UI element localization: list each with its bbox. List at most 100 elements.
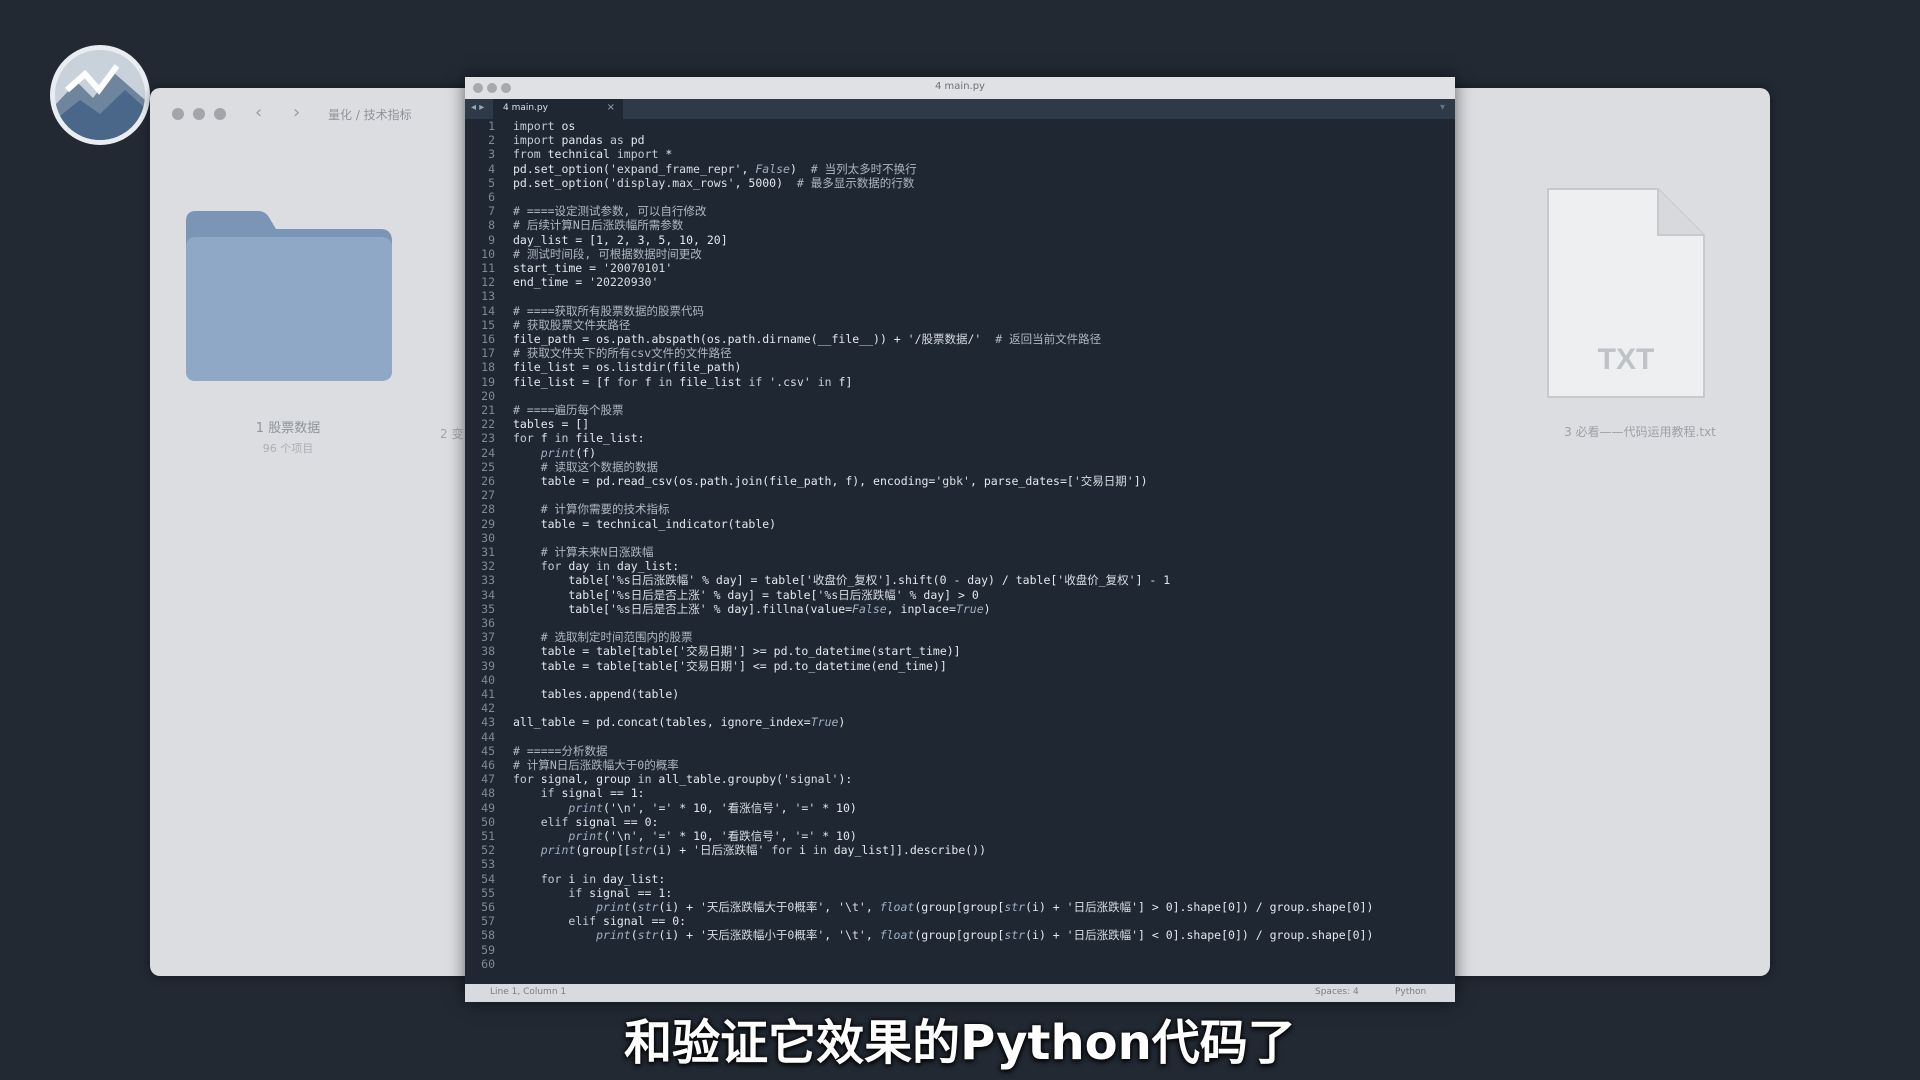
txt-document-icon: TXT <box>1547 188 1705 398</box>
line-number: 17 <box>481 346 495 361</box>
line-number: 14 <box>481 303 495 318</box>
line-number: 49 <box>481 800 495 815</box>
code-line[interactable]: elif signal == 0: <box>513 815 659 829</box>
line-number: 6 <box>488 190 495 204</box>
code-line[interactable]: if signal == 1: <box>513 886 672 900</box>
code-line[interactable]: # ====遍历每个股票 <box>513 403 624 417</box>
code-line[interactable]: start_time = '20070101' <box>513 261 672 275</box>
line-number: 33 <box>481 573 495 588</box>
code-line[interactable]: table['%s日后是否上涨' % day] = table['%s日后涨跌幅… <box>513 588 978 602</box>
code-line[interactable]: pd.set_option('display.max_rows', 5000) … <box>513 176 914 190</box>
code-line[interactable]: elif signal == 0: <box>513 914 686 928</box>
code-line[interactable]: # 后续计算N日后涨跌幅所需参数 <box>513 218 683 232</box>
code-line[interactable]: file_list = [f for f in file_list if '.c… <box>513 375 852 389</box>
line-number: 9 <box>488 232 495 247</box>
line-number: 28 <box>481 502 495 517</box>
code-line[interactable]: if signal == 1: <box>513 786 645 800</box>
line-number: 37 <box>481 630 495 645</box>
line-number: 15 <box>481 317 495 332</box>
code-line[interactable]: # 计算你需要的技术指标 <box>513 502 670 516</box>
forward-arrow-icon[interactable]: › <box>293 102 300 123</box>
code-line[interactable]: # 获取文件夹下的所有csv文件的文件路径 <box>513 346 732 360</box>
code-line[interactable]: for i in day_list: <box>513 872 666 886</box>
code-line[interactable]: file_path = os.path.abspath(os.path.dirn… <box>513 332 1101 346</box>
code-line[interactable]: from technical import * <box>513 147 672 161</box>
code-line[interactable]: tables.append(table) <box>513 687 679 701</box>
code-line[interactable]: print('\n', '=' * 10, '看涨信号', '=' * 10) <box>513 801 856 815</box>
line-number: 53 <box>481 857 495 872</box>
code-line[interactable]: # 计算未来N日涨跌幅 <box>513 545 654 559</box>
tab-label: 4 main.py <box>503 103 548 113</box>
line-number: 5 <box>488 175 495 190</box>
back-arrow-icon[interactable]: ‹ <box>255 102 262 123</box>
code-line[interactable]: end_time = '20220930' <box>513 275 658 289</box>
code-line[interactable]: table = technical_indicator(table) <box>513 517 776 531</box>
code-line[interactable]: print(str(i) + '天后涨跌幅大于0概率', '\t', float… <box>513 900 1373 914</box>
line-number: 44 <box>481 729 495 744</box>
line-number: 31 <box>481 545 495 559</box>
line-number: 45 <box>481 743 495 758</box>
code-line[interactable]: # 计算N日后涨跌幅大于0的概率 <box>513 758 679 772</box>
code-area[interactable]: 1 import os 2 import pandas as pd 3 from tech… <box>465 119 1455 1065</box>
line-number: 42 <box>481 701 495 716</box>
line-number: 41 <box>481 687 495 701</box>
code-line[interactable]: print('\n', '=' * 10, '看跌信号', '=' * 10) <box>513 829 856 843</box>
code-line[interactable]: for signal, group in all_table.groupby('… <box>513 772 852 786</box>
line-number: 60 <box>481 956 495 971</box>
status-syntax[interactable]: Python <box>1395 987 1426 997</box>
code-line[interactable]: file_list = os.listdir(file_path) <box>513 360 741 374</box>
mountain-logo-icon <box>55 50 145 140</box>
line-number: 21 <box>481 403 495 417</box>
line-number: 7 <box>488 204 495 219</box>
finder-path: 量化 / 技术指标 <box>328 108 412 122</box>
line-number: 32 <box>481 559 495 574</box>
code-line[interactable]: import pandas as pd <box>513 133 645 147</box>
code-line[interactable]: # 选取制定时间范围内的股票 <box>513 630 693 644</box>
code-line[interactable]: table['%s日后涨跌幅' % day] = table['收盘价_复权']… <box>513 573 1170 587</box>
line-number: 52 <box>481 843 495 858</box>
code-line[interactable]: # 测试时间段, 可根据数据时间更改 <box>513 247 702 261</box>
editor-titlebar: 4 main.py <box>465 77 1455 99</box>
code-line[interactable]: day_list = [1, 2, 3, 5, 10, 20] <box>513 233 728 247</box>
code-line[interactable]: import os <box>513 119 575 133</box>
line-number: 46 <box>481 758 495 772</box>
code-line[interactable]: table = table[table['交易日期'] <= pd.to_dat… <box>513 659 947 673</box>
finder-zoom-button[interactable] <box>214 108 226 120</box>
tab-main-py[interactable]: 4 main.py × <box>493 99 623 119</box>
code-line[interactable]: print(f) <box>513 446 596 460</box>
tab-close-icon[interactable]: × <box>607 102 615 113</box>
tab-nav-arrows-icon[interactable]: ◂ ▸ <box>471 102 484 113</box>
code-line[interactable]: tables = [] <box>513 417 589 431</box>
code-line[interactable]: all_table = pd.concat(tables, ignore_ind… <box>513 715 845 729</box>
line-number: 54 <box>481 871 495 886</box>
code-line[interactable]: print(str(i) + '天后涨跌幅小于0概率', '\t', float… <box>513 928 1373 942</box>
line-number: 19 <box>481 374 495 389</box>
code-line[interactable]: # 获取股票文件夹路径 <box>513 318 630 332</box>
code-line[interactable]: table['%s日后是否上涨' % day].fillna(value=Fal… <box>513 602 990 616</box>
code-line[interactable]: # ====设定测试参数, 可以自行修改 <box>513 204 706 218</box>
code-line[interactable]: pd.set_option('expand_frame_repr', False… <box>513 162 917 176</box>
code-line[interactable]: print(group[[str(i) + '日后涨跌幅' for i in d… <box>513 843 986 857</box>
txt-file-label: 3 必看——代码运用教程.txt <box>1564 425 1716 439</box>
code-line[interactable]: table = pd.read_csv(os.path.join(file_pa… <box>513 474 1148 488</box>
txt-file-item[interactable]: TXT <box>1540 183 1710 403</box>
status-cursor-position[interactable]: Line 1, Column 1 <box>490 987 566 997</box>
video-subtitle: 和验证它效果的Python代码了 <box>624 1015 1296 1071</box>
code-line[interactable]: # ====获取所有股票数据的股票代码 <box>513 304 704 318</box>
code-line[interactable]: for f in file_list: <box>513 431 645 445</box>
code-line[interactable]: # 读取这个数据的数据 <box>513 460 658 474</box>
tab-overflow-icon[interactable]: ▾ <box>1440 102 1445 113</box>
finder-close-button[interactable] <box>172 108 184 120</box>
folder-item[interactable]: 1 股票数据 96 个项目 <box>180 203 396 456</box>
status-indentation[interactable]: Spaces: 4 <box>1315 987 1359 997</box>
line-number: 59 <box>481 942 495 957</box>
folder-icon <box>186 211 392 381</box>
finder-minimize-button[interactable] <box>193 108 205 120</box>
code-line[interactable]: table = table[table['交易日期'] >= pd.to_dat… <box>513 644 961 658</box>
code-line[interactable]: for day in day_list: <box>513 559 680 573</box>
line-number: 47 <box>481 772 495 787</box>
line-number: 1 <box>488 119 495 133</box>
line-number: 35 <box>481 601 495 616</box>
code-line[interactable]: # =====分析数据 <box>513 744 607 758</box>
line-number: 12 <box>481 275 495 290</box>
